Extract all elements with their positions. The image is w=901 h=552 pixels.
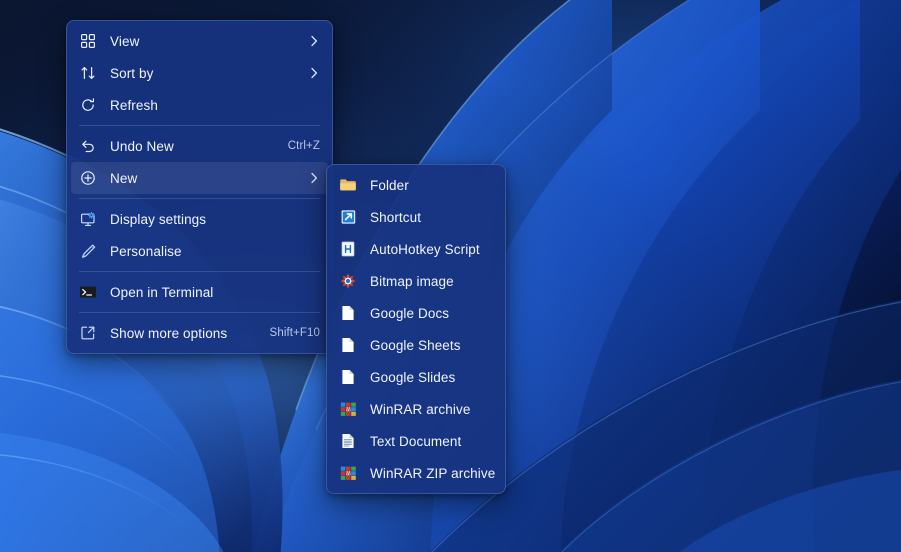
- submenu-item-folder[interactable]: Folder: [331, 169, 501, 201]
- menu-item-label: Refresh: [110, 97, 158, 113]
- google-sheets-icon: [337, 334, 359, 356]
- menu-item-new[interactable]: New: [71, 162, 328, 194]
- submenu-item-bitmap-image[interactable]: Bitmap image: [331, 265, 501, 297]
- submenu-item-label: Google Docs: [370, 305, 450, 321]
- menu-item-personalise[interactable]: Personalise: [71, 235, 328, 267]
- menu-item-label: Open in Terminal: [110, 284, 214, 300]
- submenu-item-label: WinRAR ZIP archive: [370, 465, 496, 481]
- menu-item-label: Personalise: [110, 243, 182, 259]
- menu-item-show-more-options[interactable]: Show more options Shift+F10: [71, 317, 328, 349]
- submenu-item-label: Text Document: [370, 433, 462, 449]
- menu-item-label: New: [110, 170, 138, 186]
- submenu-item-google-sheets[interactable]: Google Sheets: [331, 329, 501, 361]
- pencil-icon: [77, 240, 99, 262]
- submenu-item-autohotkey-script[interactable]: AutoHotkey Script: [331, 233, 501, 265]
- menu-item-sort-by[interactable]: Sort by: [71, 57, 328, 89]
- menu-item-undo-new[interactable]: Undo New Ctrl+Z: [71, 130, 328, 162]
- svg-text:W: W: [345, 471, 351, 477]
- submenu-item-label: Google Slides: [370, 369, 456, 385]
- google-slides-icon: [337, 366, 359, 388]
- undo-icon: [77, 135, 99, 157]
- shortcut-icon: [337, 206, 359, 228]
- menu-item-accelerator: Ctrl+Z: [287, 140, 320, 152]
- text-document-icon: [337, 430, 359, 452]
- submenu-item-google-slides[interactable]: Google Slides: [331, 361, 501, 393]
- winrar-zip-icon: W: [337, 462, 359, 484]
- menu-item-refresh[interactable]: Refresh: [71, 89, 328, 121]
- submenu-item-label: Google Sheets: [370, 337, 461, 353]
- sort-icon: [77, 62, 99, 84]
- submenu-item-winrar-zip-archive[interactable]: W WinRAR ZIP archive: [331, 457, 501, 489]
- folder-icon: [337, 174, 359, 196]
- submenu-item-label: AutoHotkey Script: [370, 241, 480, 257]
- chevron-right-icon: [308, 172, 320, 184]
- submenu-item-label: Folder: [370, 177, 409, 193]
- menu-separator: [79, 125, 320, 126]
- menu-item-label: Undo New: [110, 138, 174, 154]
- show-more-options-icon: [77, 322, 99, 344]
- submenu-item-label: WinRAR archive: [370, 401, 471, 417]
- autohotkey-icon: [337, 238, 359, 260]
- display-settings-icon: [77, 208, 99, 230]
- menu-separator: [79, 312, 320, 313]
- refresh-icon: [77, 94, 99, 116]
- svg-text:W: W: [345, 407, 351, 413]
- chevron-right-icon: [308, 67, 320, 79]
- bitmap-image-icon: [337, 270, 359, 292]
- submenu-item-winrar-archive[interactable]: W WinRAR archive: [331, 393, 501, 425]
- winrar-archive-icon: W: [337, 398, 359, 420]
- menu-separator: [79, 198, 320, 199]
- submenu-item-label: Shortcut: [370, 209, 422, 225]
- chevron-right-icon: [308, 35, 320, 47]
- menu-item-display-settings[interactable]: Display settings: [71, 203, 328, 235]
- menu-item-view[interactable]: View: [71, 25, 328, 57]
- submenu-item-shortcut[interactable]: Shortcut: [331, 201, 501, 233]
- new-plus-icon: [77, 167, 99, 189]
- new-submenu[interactable]: Folder Shortcut AutoHotkey Script Bitmap…: [326, 164, 506, 494]
- menu-item-label: Show more options: [110, 325, 228, 341]
- menu-item-accelerator: Shift+F10: [269, 327, 320, 339]
- submenu-item-text-document[interactable]: Text Document: [331, 425, 501, 457]
- submenu-item-label: Bitmap image: [370, 273, 454, 289]
- view-grid-icon: [77, 30, 99, 52]
- google-docs-icon: [337, 302, 359, 324]
- menu-item-label: Display settings: [110, 211, 207, 227]
- menu-item-open-in-terminal[interactable]: Open in Terminal: [71, 276, 328, 308]
- desktop-context-menu[interactable]: View Sort by Refresh Undo New Ctrl+Z New…: [66, 20, 333, 354]
- submenu-item-google-docs[interactable]: Google Docs: [331, 297, 501, 329]
- terminal-icon: [77, 281, 99, 303]
- menu-item-label: Sort by: [110, 65, 154, 81]
- menu-item-label: View: [110, 33, 140, 49]
- menu-separator: [79, 271, 320, 272]
